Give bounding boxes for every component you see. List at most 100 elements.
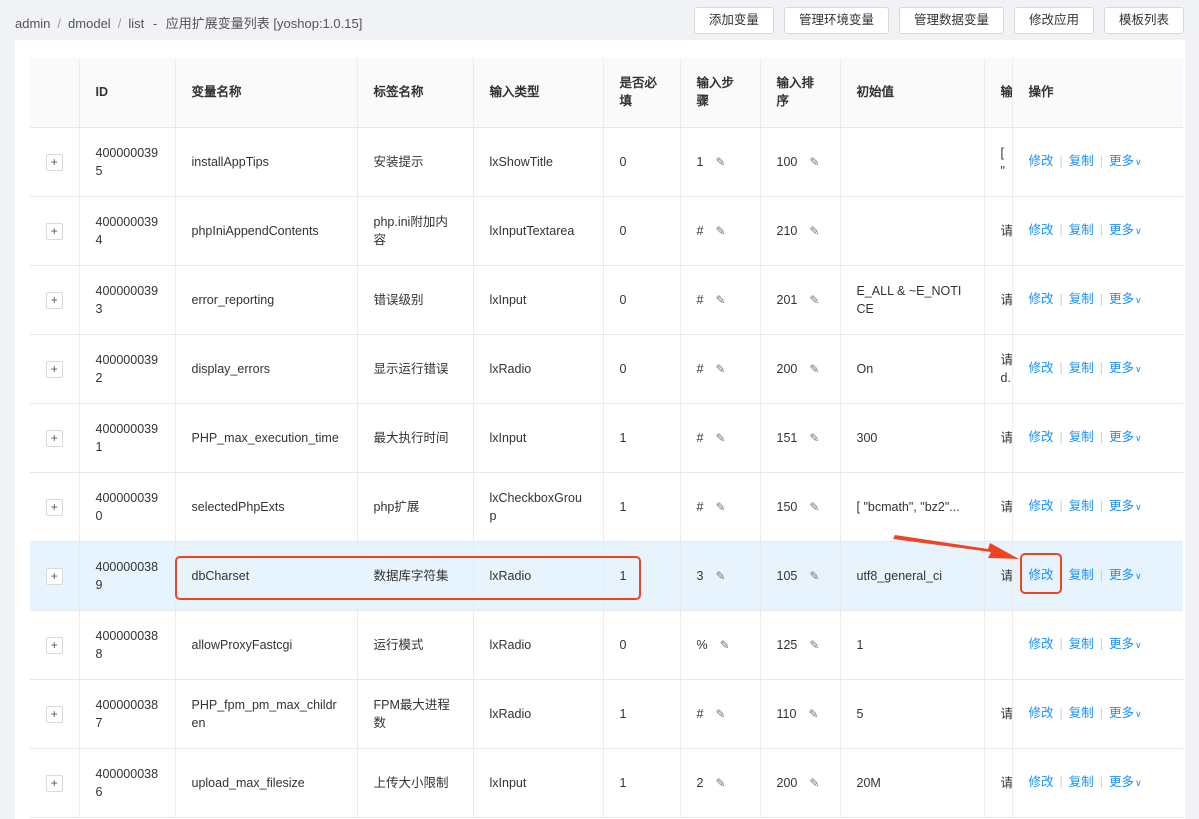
- cell-type: lxInput: [473, 748, 604, 818]
- step-value: #: [696, 292, 704, 307]
- pencil-icon[interactable]: ✎: [809, 774, 819, 792]
- more-dropdown[interactable]: 更多∨: [1109, 223, 1142, 237]
- expand-row-button[interactable]: +: [45, 567, 63, 585]
- more-label: 更多: [1109, 499, 1135, 513]
- copy-link[interactable]: 复制: [1069, 361, 1094, 375]
- expand-row-button[interactable]: +: [45, 222, 63, 240]
- pencil-icon[interactable]: ✎: [809, 360, 819, 378]
- edit-link[interactable]: 修改: [1029, 292, 1054, 306]
- expand-row-button[interactable]: +: [45, 774, 63, 792]
- cell-required: 1: [603, 472, 681, 542]
- copy-link[interactable]: 复制: [1069, 430, 1094, 444]
- cell-id: 4000000390: [79, 472, 176, 542]
- pencil-icon[interactable]: ✎: [715, 705, 725, 723]
- copy-link[interactable]: 复制: [1069, 223, 1094, 237]
- expand-row-button[interactable]: +: [45, 636, 63, 654]
- manage-data-variables-button[interactable]: 管理数据变量: [898, 7, 1004, 34]
- pencil-icon[interactable]: ✎: [715, 222, 725, 240]
- copy-link[interactable]: 复制: [1069, 706, 1094, 720]
- copy-link[interactable]: 复制: [1069, 499, 1094, 513]
- edit-link[interactable]: 修改: [1029, 223, 1054, 237]
- expand-row-button[interactable]: +: [45, 153, 63, 171]
- sort-value: 201: [776, 292, 798, 307]
- manage-env-variables-button[interactable]: 管理环境变量: [783, 7, 889, 34]
- expand-cell: +: [30, 127, 80, 197]
- pencil-icon[interactable]: ✎: [715, 291, 725, 309]
- expand-row-button[interactable]: +: [45, 498, 63, 516]
- cell-initial: E_ALL & ~E_NOTICE: [840, 265, 985, 335]
- pencil-icon[interactable]: ✎: [720, 636, 730, 654]
- pencil-icon[interactable]: ✎: [809, 636, 819, 654]
- pencil-icon[interactable]: ✎: [809, 291, 819, 309]
- pencil-icon[interactable]: ✎: [715, 774, 725, 792]
- pencil-icon[interactable]: ✎: [715, 498, 725, 516]
- expand-cell: +: [30, 610, 80, 680]
- edit-link[interactable]: 修改: [1029, 499, 1054, 513]
- more-dropdown[interactable]: 更多∨: [1109, 568, 1142, 582]
- pencil-icon[interactable]: ✎: [715, 567, 725, 585]
- more-dropdown[interactable]: 更多∨: [1109, 154, 1142, 168]
- add-variable-button[interactable]: 添加变量: [693, 7, 774, 34]
- table-row: +4000000392 display_errors 显示运行错误 lxRadio 0 #…: [30, 334, 1183, 404]
- pencil-icon[interactable]: ✎: [808, 705, 818, 723]
- more-dropdown[interactable]: 更多∨: [1109, 775, 1142, 789]
- expand-row-button[interactable]: +: [45, 429, 63, 447]
- cell-operations: 修改 | 复制 | 更多∨: [1012, 334, 1183, 404]
- more-dropdown[interactable]: 更多∨: [1109, 361, 1142, 375]
- more-dropdown[interactable]: 更多∨: [1109, 292, 1142, 306]
- cell-name: installAppTips: [175, 127, 358, 197]
- pencil-icon[interactable]: ✎: [809, 498, 819, 516]
- chevron-down-icon: ∨: [1135, 295, 1142, 305]
- more-label: 更多: [1109, 430, 1135, 444]
- expand-row-button[interactable]: +: [45, 360, 63, 378]
- edit-link[interactable]: 修改: [1029, 568, 1054, 582]
- breadcrumb-dmodel[interactable]: dmodel: [68, 16, 111, 31]
- edit-link[interactable]: 修改: [1029, 775, 1054, 789]
- table-row: +4000000394 phpIniAppendContents php.ini附加…: [30, 196, 1183, 266]
- pencil-icon[interactable]: ✎: [715, 429, 725, 447]
- breadcrumb-admin[interactable]: admin: [15, 16, 50, 31]
- copy-link[interactable]: 复制: [1069, 775, 1094, 789]
- more-label: 更多: [1109, 568, 1135, 582]
- table-panel: ID 变量名称 标签名称 输入类型 是否必填 输入步骤 输入排序 初始值 输 操…: [15, 40, 1185, 819]
- pencil-icon[interactable]: ✎: [809, 429, 819, 447]
- cell-id: 4000000395: [79, 127, 176, 197]
- cell-id: 4000000393: [79, 265, 176, 335]
- pencil-icon[interactable]: ✎: [715, 360, 725, 378]
- chevron-down-icon: ∨: [1135, 709, 1142, 719]
- cell-sort: 210 ✎: [760, 196, 841, 266]
- template-list-button[interactable]: 模板列表: [1103, 7, 1184, 34]
- cell-name: selectedPhpExts: [175, 472, 358, 542]
- edit-link[interactable]: 修改: [1029, 637, 1054, 651]
- copy-link[interactable]: 复制: [1069, 637, 1094, 651]
- more-dropdown[interactable]: 更多∨: [1109, 637, 1142, 651]
- chevron-down-icon: ∨: [1135, 778, 1142, 788]
- cell-sort: 125 ✎: [760, 610, 841, 680]
- edit-link[interactable]: 修改: [1029, 430, 1054, 444]
- table-row: +4000000386 upload_max_filesize 上传大小限制 lxIn…: [30, 748, 1183, 818]
- sort-value: 200: [776, 775, 798, 790]
- expand-row-button[interactable]: +: [45, 705, 63, 723]
- table-row: +4000000388 allowProxyFastcgi 运行模式 lxRadio 0…: [30, 610, 1183, 680]
- sort-value: 150: [776, 499, 798, 514]
- copy-link[interactable]: 复制: [1069, 292, 1094, 306]
- pencil-icon[interactable]: ✎: [809, 567, 819, 585]
- copy-link[interactable]: 复制: [1069, 154, 1094, 168]
- expand-row-button[interactable]: +: [45, 291, 63, 309]
- edit-link[interactable]: 修改: [1029, 706, 1054, 720]
- top-bar: admin / dmodel / list - 应用扩展变量列表 [yoshop:1.0…: [0, 0, 1199, 42]
- more-dropdown[interactable]: 更多∨: [1109, 430, 1142, 444]
- more-dropdown[interactable]: 更多∨: [1109, 706, 1142, 720]
- edit-app-button[interactable]: 修改应用: [1013, 7, 1094, 34]
- edit-link[interactable]: 修改: [1029, 361, 1054, 375]
- sort-value: 151: [776, 430, 798, 445]
- expand-cell: +: [30, 748, 80, 818]
- pencil-icon[interactable]: ✎: [715, 153, 725, 171]
- more-dropdown[interactable]: 更多∨: [1109, 499, 1142, 513]
- pencil-icon[interactable]: ✎: [809, 222, 819, 240]
- cell-operations: 修改 | 复制 | 更多∨: [1012, 127, 1183, 197]
- more-label: 更多: [1109, 706, 1135, 720]
- pencil-icon[interactable]: ✎: [809, 153, 819, 171]
- copy-link[interactable]: 复制: [1069, 568, 1094, 582]
- edit-link[interactable]: 修改: [1029, 154, 1054, 168]
